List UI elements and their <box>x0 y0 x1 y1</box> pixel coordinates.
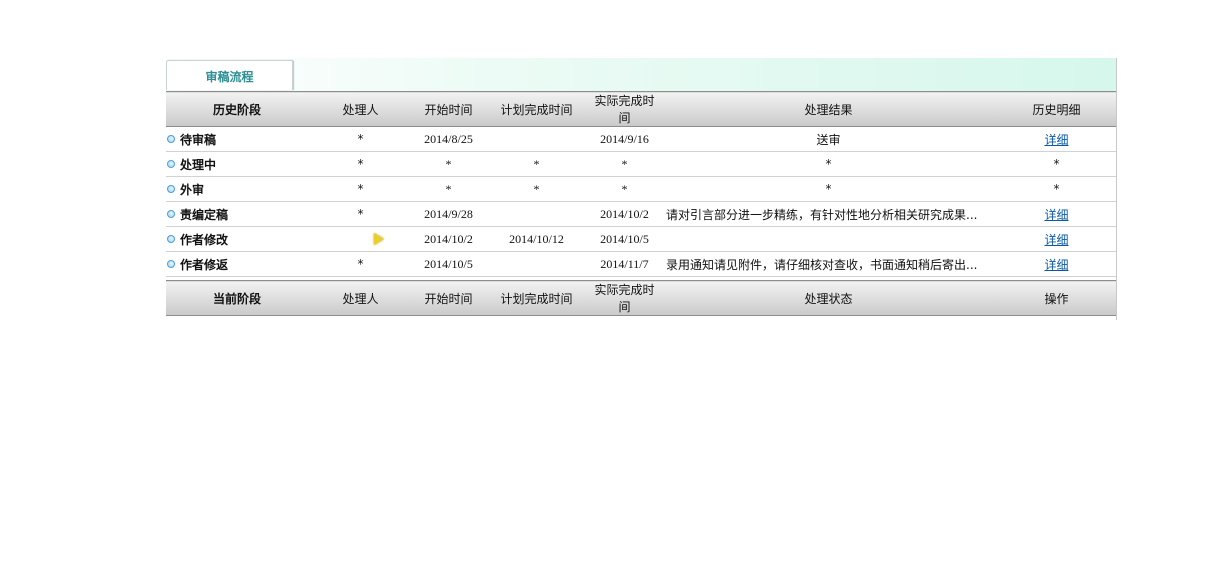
header-handler: 处理人 <box>308 91 413 127</box>
planned-time-cell <box>484 251 589 277</box>
planned-time-cell <box>484 126 589 152</box>
history-header-row: 历史阶段 处理人 开始时间 计划完成时间 实际完成时间 处理结果 历史明细 <box>166 91 1116 127</box>
stage-cell: 作者修改 <box>166 226 308 252</box>
detail-cell: * <box>997 176 1116 202</box>
stage-cell: 责编定稿 <box>166 201 308 227</box>
start-time-cell: * <box>413 176 484 202</box>
start-time-cell: 2014/9/28 <box>413 201 484 227</box>
detail-cell: * <box>997 151 1116 177</box>
bullet-icon <box>167 235 175 243</box>
tab-review-process[interactable]: 审稿流程 <box>166 60 293 90</box>
handler-cell <box>308 226 413 252</box>
header-planned-time: 计划完成时间 <box>484 280 589 316</box>
history-table: 历史阶段 处理人 开始时间 计划完成时间 实际完成时间 处理结果 历史明细 待审… <box>166 91 1116 277</box>
bullet-icon <box>167 210 175 218</box>
detail-link[interactable]: 详细 <box>1044 133 1068 147</box>
detail-link[interactable]: 详细 <box>1044 208 1068 222</box>
result-cell[interactable]: 录用通知请见附件，请仔细核对查收，书面通知稍后寄出... <box>660 251 997 277</box>
start-time-cell: 2014/8/25 <box>413 126 484 152</box>
stage-name: 作者修改 <box>180 232 229 247</box>
header-status: 处理状态 <box>660 280 997 316</box>
stage-cell: 作者修返 <box>166 251 308 277</box>
start-time-cell: 2014/10/5 <box>413 251 484 277</box>
header-result: 处理结果 <box>660 91 997 127</box>
actual-time-cell: * <box>589 151 660 177</box>
detail-cell: 详细 <box>997 226 1116 252</box>
start-time-cell: 2014/10/2 <box>413 226 484 252</box>
actual-time-cell: * <box>589 176 660 202</box>
stage-name: 待审稿 <box>180 132 217 147</box>
header-actual-time: 实际完成时间 <box>589 280 660 316</box>
handler-cell: * <box>308 176 413 202</box>
header-actual-time: 实际完成时间 <box>589 91 660 127</box>
handler-cell: * <box>308 251 413 277</box>
result-cell: 送审 <box>660 126 997 152</box>
result-cell <box>660 226 997 252</box>
table-row: 作者修返 * 2014/10/5 2014/11/7 录用通知请见附件，请仔细核… <box>166 251 1116 277</box>
header-operation: 操作 <box>997 280 1116 316</box>
header-handler: 处理人 <box>308 280 413 316</box>
detail-link[interactable]: 详细 <box>1044 258 1068 272</box>
table-row: 处理中 * * * * * * <box>166 151 1116 177</box>
bullet-icon <box>167 135 175 143</box>
result-cell[interactable]: 请对引言部分进一步精练，有针对性地分析相关研究成果... <box>660 201 997 227</box>
result-cell: * <box>660 176 997 202</box>
actual-time-cell: 2014/9/16 <box>589 126 660 152</box>
detail-cell: 详细 <box>997 251 1116 277</box>
header-history-detail: 历史明细 <box>997 91 1116 127</box>
actual-time-cell: 2014/10/5 <box>589 226 660 252</box>
bullet-icon <box>167 160 175 168</box>
table-row: 责编定稿 * 2014/9/28 2014/10/2 请对引言部分进一步精练，有… <box>166 201 1116 227</box>
stage-name: 作者修返 <box>180 257 229 272</box>
bullet-icon <box>167 185 175 193</box>
stage-cell: 外审 <box>166 176 308 202</box>
review-process-panel: 审稿流程 历史阶段 处理人 开始时间 计划完成时间 实际完成时间 处理结果 历史… <box>166 58 1117 320</box>
result-cell: * <box>660 151 997 177</box>
header-planned-time: 计划完成时间 <box>484 91 589 127</box>
tab-bar: 审稿流程 <box>166 58 1116 91</box>
stage-name: 处理中 <box>180 157 217 172</box>
detail-cell: 详细 <box>997 126 1116 152</box>
current-header-row: 当前阶段 处理人 开始时间 计划完成时间 实际完成时间 处理状态 操作 <box>166 280 1116 316</box>
planned-time-cell <box>484 201 589 227</box>
table-row: 待审稿 * 2014/8/25 2014/9/16 送审 详细 <box>166 126 1116 152</box>
handler-cell: * <box>308 201 413 227</box>
current-stage-table: 当前阶段 处理人 开始时间 计划完成时间 实际完成时间 处理状态 操作 <box>166 280 1116 316</box>
actual-time-cell: 2014/10/2 <box>589 201 660 227</box>
stage-cell: 处理中 <box>166 151 308 177</box>
table-row: 作者修改 2014/10/2 2014/10/12 2014/10/5 详细 <box>166 226 1116 252</box>
actual-time-cell: 2014/11/7 <box>589 251 660 277</box>
planned-time-cell: 2014/10/12 <box>484 226 589 252</box>
header-history-stage: 历史阶段 <box>166 91 308 127</box>
bullet-icon <box>167 260 175 268</box>
detail-cell: 详细 <box>997 201 1116 227</box>
planned-time-cell: * <box>484 151 589 177</box>
header-start-time: 开始时间 <box>413 91 484 127</box>
stage-cell: 待审稿 <box>166 126 308 152</box>
handler-cell: * <box>308 126 413 152</box>
header-start-time: 开始时间 <box>413 280 484 316</box>
handler-cell: * <box>308 151 413 177</box>
planned-time-cell: * <box>484 176 589 202</box>
start-time-cell: * <box>413 151 484 177</box>
detail-link[interactable]: 详细 <box>1044 233 1068 247</box>
current-arrow-icon <box>373 232 384 245</box>
table-row: 外审 * * * * * * <box>166 176 1116 202</box>
stage-name: 责编定稿 <box>180 207 229 222</box>
tab-review-process-label: 审稿流程 <box>205 70 254 84</box>
stage-name: 外审 <box>180 182 205 197</box>
header-current-stage: 当前阶段 <box>166 280 308 316</box>
